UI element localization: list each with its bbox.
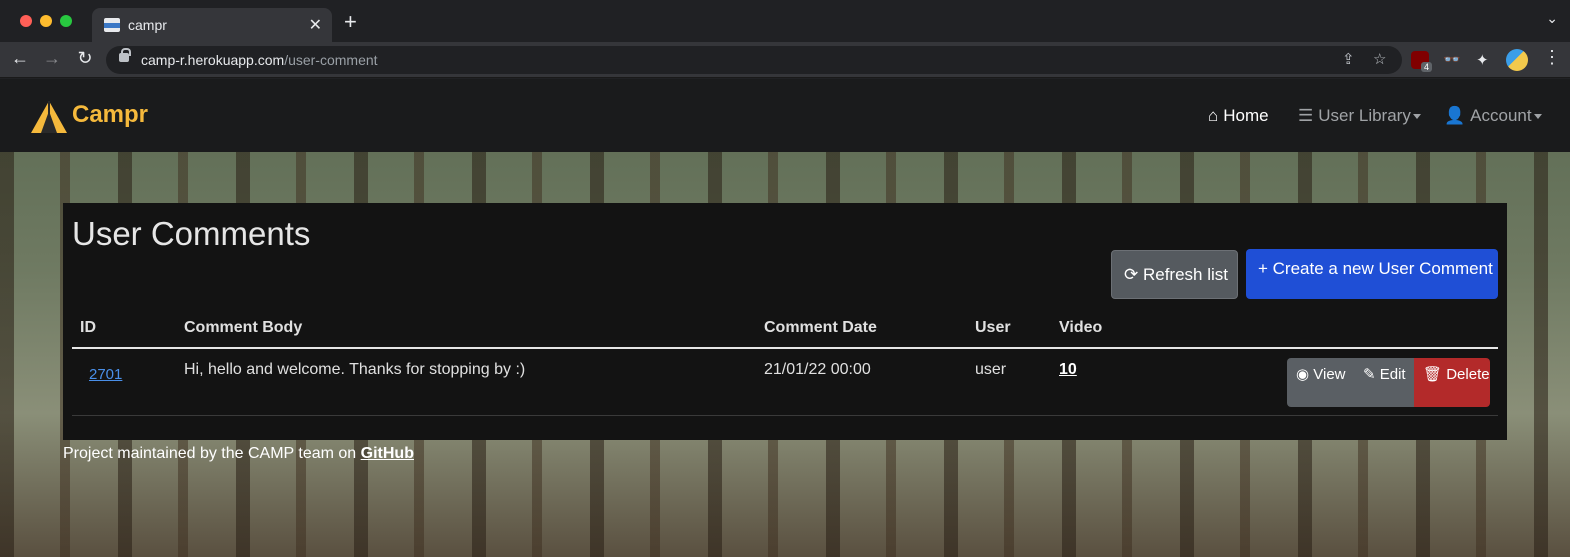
nav-account-dropdown[interactable]: 👤 Account [1444, 106, 1542, 126]
comment-video-link[interactable]: 10 [1059, 361, 1077, 379]
new-tab-icon[interactable]: + [344, 11, 357, 33]
tab-favicon-icon [104, 18, 120, 32]
trash-icon: 🗑 [1423, 366, 1447, 383]
minimize-window-button[interactable] [40, 15, 52, 27]
caret-down-icon [1412, 114, 1421, 120]
tent-logo-icon[interactable] [29, 99, 69, 135]
browser-tabstrip: campr ✕ + ⌄ [0, 0, 1570, 42]
home-icon: ⌂ [1208, 106, 1219, 125]
table-row: 2701 Hi, hello and welcome. Thanks for s… [72, 349, 1498, 416]
delete-button[interactable]: 🗑 Delete [1414, 358, 1490, 407]
eye-icon: ◉ [1296, 366, 1314, 383]
column-header-user[interactable]: User [975, 319, 1011, 337]
url-text[interactable]: camp-r.herokuapp.com/user-comment [141, 52, 378, 68]
comments-table: ID Comment Body Comment Date User Video … [72, 312, 1498, 416]
nav-user-library-dropdown[interactable]: ☰ User Library [1298, 106, 1421, 126]
profile-avatar[interactable] [1506, 49, 1528, 71]
row-actions: ◉ View ✎ Edit 🗑 Delete [1287, 358, 1490, 407]
comment-date: 21/01/22 00:00 [764, 361, 871, 378]
footer: Project maintained by the CAMP team on G… [63, 445, 414, 463]
view-button[interactable]: ◉ View [1287, 358, 1357, 407]
column-header-id[interactable]: ID [80, 319, 96, 337]
browser-menu-icon[interactable]: ⋮ [1543, 47, 1561, 68]
comment-id-link[interactable]: 2701 [89, 366, 122, 383]
extension-badge: 4 [1421, 62, 1433, 72]
refresh-list-button[interactable]: ⟳ Refresh list [1111, 250, 1238, 299]
tab-search-chevron-icon[interactable]: ⌄ [1546, 10, 1558, 27]
tab-title: campr [128, 17, 167, 33]
browser-toolbar: ← → ↻ camp-r.herokuapp.com/user-comment … [0, 42, 1570, 78]
page-title: User Comments [72, 215, 311, 252]
comment-body: Hi, hello and welcome. Thanks for stoppi… [184, 361, 526, 378]
reload-icon[interactable]: ↻ [73, 48, 97, 69]
glasses-extension-icon[interactable]: 👓 [1443, 51, 1461, 69]
column-header-video[interactable]: Video [1059, 319, 1102, 337]
edit-button[interactable]: ✎ Edit [1357, 358, 1414, 407]
user-icon: 👤 [1444, 106, 1466, 125]
forward-arrow-icon[interactable]: → [40, 48, 64, 69]
github-link[interactable]: GitHub [361, 445, 414, 462]
tab-close-icon[interactable]: ✕ [309, 15, 322, 35]
column-header-date[interactable]: Comment Date [764, 319, 877, 337]
table-header: ID Comment Body Comment Date User Video [72, 312, 1498, 349]
list-icon: ☰ [1298, 106, 1314, 125]
comments-panel: User Comments ⟳ Refresh list + Create a … [63, 203, 1507, 440]
footer-text: Project maintained by the CAMP team on [63, 445, 361, 462]
caret-down-icon [1533, 114, 1542, 120]
back-arrow-icon[interactable]: ← [8, 48, 32, 69]
address-bar[interactable]: camp-r.herokuapp.com/user-comment ⇪ ☆ [106, 46, 1402, 74]
lock-icon[interactable] [119, 48, 131, 62]
comment-user: user [975, 361, 1007, 378]
page-background: Campr ⌂ Home ☰ User Library 👤 Account User … [0, 79, 1570, 557]
site-navbar: Campr ⌂ Home ☰ User Library 👤 Account [0, 79, 1570, 152]
nav-home-link[interactable]: ⌂ Home [1208, 106, 1269, 126]
create-comment-button[interactable]: + Create a new User Comment [1246, 249, 1498, 299]
maximize-window-button[interactable] [60, 15, 72, 27]
pencil-icon: ✎ [1363, 366, 1380, 383]
brand-name[interactable]: Campr [72, 101, 148, 129]
plus-icon: + [1258, 259, 1273, 278]
extensions-puzzle-icon[interactable]: ✦ [1476, 51, 1494, 69]
share-icon[interactable]: ⇪ [1342, 50, 1355, 68]
column-header-body[interactable]: Comment Body [184, 319, 302, 337]
bookmark-star-icon[interactable]: ☆ [1373, 50, 1386, 68]
close-window-button[interactable] [20, 15, 32, 27]
refresh-icon: ⟳ [1124, 265, 1143, 284]
browser-tab[interactable]: campr ✕ [92, 8, 332, 42]
